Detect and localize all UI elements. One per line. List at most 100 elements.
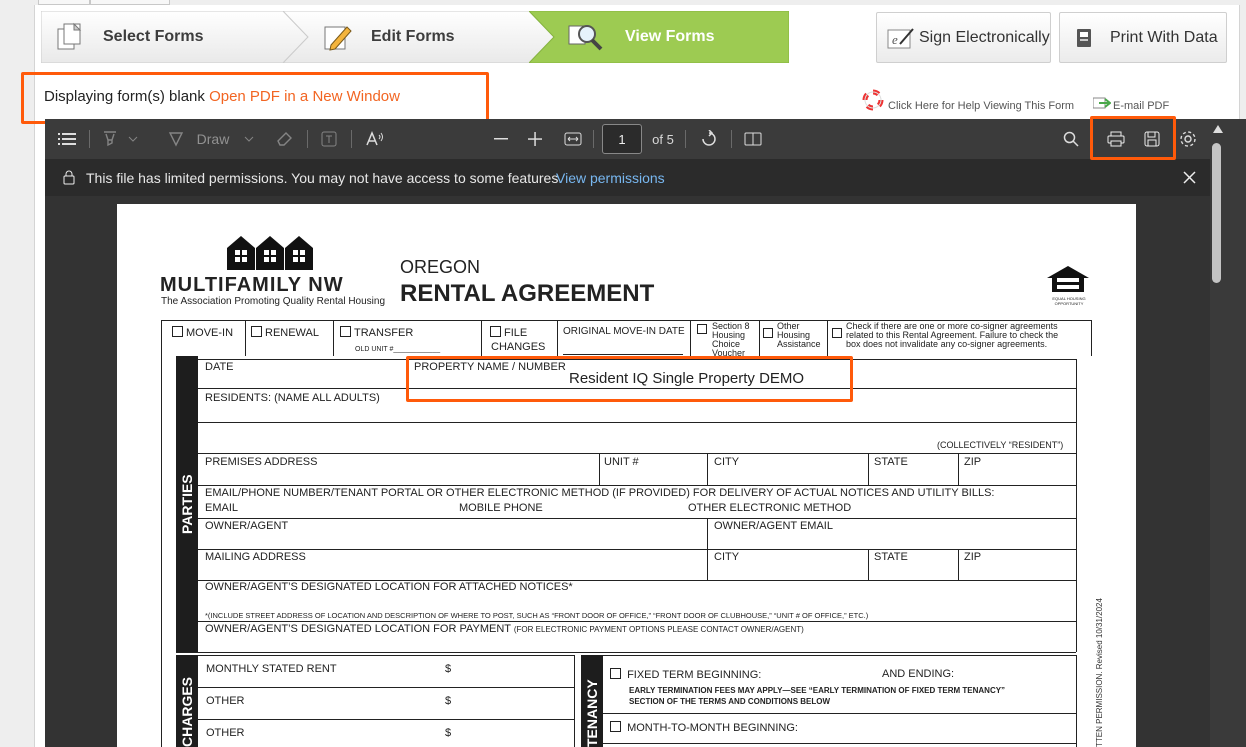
early-termination-note: EARLY TERMINATION FEES MAY APPLY—SEE “EA… [629,686,1006,695]
state-label: OREGON [400,257,481,277]
residents-label: RESIDENTS: (NAME ALL ADULTS) [205,392,380,404]
other-housing-checkbox[interactable] [763,328,776,339]
file-changes-line2: CHANGES [491,341,546,353]
read-aloud-icon[interactable] [363,119,387,159]
search-icon[interactable] [1059,119,1083,159]
mailing-state-label: STATE [874,551,908,563]
brand-name: MULTIFAMILY NW [160,274,344,296]
step-edit-forms[interactable]: Edit Forms [283,11,555,63]
forms-icon [57,22,82,50]
step-label: Select Forms [103,28,204,45]
magnifier-icon [568,25,603,51]
other-charge-label: OTHER [206,727,245,739]
draw-tool-icon[interactable] [165,119,187,159]
contents-icon[interactable] [55,119,79,159]
section8-checkbox[interactable] [697,324,710,335]
step-label: View Forms [625,28,715,45]
cosigner-label: Check if there are one or more co-signer… [846,321,1059,349]
svg-text:e: e [892,32,898,47]
dollar-sign: $ [445,663,452,675]
tenancy-sidebar: TENANCY [581,655,603,747]
premises-address-label: PREMISES ADDRESS [205,456,318,468]
other-charge-label: OTHER [206,695,245,707]
text-box-icon[interactable] [317,119,341,159]
date-label: DATE [205,361,234,373]
unit-label: UNIT # [604,456,639,468]
revised-date: TTEN PERMISSION. Revised 10/31/2024 [1095,598,1104,747]
highlight-box [1090,116,1176,160]
renewal-checkbox[interactable]: RENEWAL [251,326,319,339]
dollar-sign: $ [445,727,452,739]
email-pdf-link[interactable]: E-mail PDF [1113,100,1169,112]
owner-agent-email-label: OWNER/AGENT EMAIL [714,520,833,532]
sign-label: Sign Electronically [919,28,1050,46]
cosigner-checkbox[interactable] [832,328,845,339]
pdf-page: MULTIFAMILY NW The Association Promoting… [117,204,1136,747]
mailing-zip-label: ZIP [964,551,982,563]
print-with-data-button[interactable]: Print With Data [1059,12,1227,63]
move-in-checkbox[interactable]: MOVE-IN [172,326,233,339]
zoom-in-icon[interactable] [525,119,545,159]
transfer-checkbox[interactable]: TRANSFER [340,326,413,339]
email-phone-label: EMAIL/PHONE NUMBER/TENANT PORTAL OR OTHE… [205,487,995,499]
designated-notices-label: OWNER/AGENT’S DESIGNATED LOCATION FOR AT… [205,581,573,593]
brand-subtitle: The Association Promoting Quality Rental… [161,296,386,307]
print-label: Print With Data [1110,28,1218,46]
lock-icon [63,170,75,185]
pdf-toolbar: Draw 1 of 5 [45,119,1210,159]
draw-label[interactable]: Draw [191,119,235,159]
zoom-out-icon[interactable] [491,119,511,159]
monthly-rent-label: MONTHLY STATED RENT [206,663,337,675]
other-electronic-label: OTHER ELECTRONIC METHOD [688,502,852,514]
dollar-sign: $ [445,695,452,707]
chevron-down-icon[interactable] [127,119,139,159]
close-icon[interactable] [1183,171,1196,184]
signature-icon: e [887,27,914,48]
scrollbar-thumb[interactable] [1212,143,1221,283]
multifamily-logo-icon [227,236,313,270]
highlight-box [21,72,489,124]
email-label: EMAIL [205,502,239,514]
print-document-icon [1077,28,1091,47]
other-housing-label: Other Housing Assistance [777,321,821,349]
vertical-scrollbar[interactable] [1210,119,1246,747]
page-count: of 5 [652,131,674,147]
early-termination-note-2: SECTION OF THE TERMS AND CONDITIONS BELO… [629,697,831,706]
form-title: RENTAL AGREEMENT [400,280,655,307]
charges-sidebar: CHARGES [176,655,198,747]
section8-label: Section 8 Housing Choice Voucher [712,321,750,358]
help-link[interactable]: Click Here for Help Viewing This Form [888,100,1074,112]
email-pdf-icon [1093,97,1111,109]
fixed-term-checkbox[interactable]: FIXED TERM BEGINNING: [610,668,761,681]
parties-sidebar: PARTIES [176,356,198,652]
owner-agent-label: OWNER/AGENT [205,520,289,532]
and-ending-label: AND ENDING: [882,668,955,680]
include-note: *(INCLUDE STREET ADDRESS OF LOCATION AND… [205,611,869,620]
designated-payment-label: OWNER/AGENT’S DESIGNATED LOCATION FOR PA… [205,623,804,635]
equal-housing-icon [1047,266,1089,292]
old-unit-label: OLD UNIT #____________ [355,346,441,353]
sign-electronically-button[interactable]: e Sign Electronically [876,12,1051,63]
mailing-address-label: MAILING ADDRESS [205,551,306,563]
month-to-month-checkbox[interactable]: MONTH-TO-MONTH BEGINNING: [610,721,798,734]
zip-label: ZIP [964,456,982,468]
page-view-icon[interactable] [741,119,765,159]
lifebuoy-icon [862,89,884,111]
mailing-city-label: CITY [714,551,740,563]
rotate-icon[interactable] [697,119,721,159]
step-view-forms[interactable]: View Forms [529,11,789,63]
file-changes-checkbox[interactable]: FILE [490,326,527,339]
highlight-box [406,356,853,402]
fit-width-icon[interactable] [561,119,585,159]
eraser-icon[interactable] [273,119,295,159]
page-number-input[interactable]: 1 [602,124,642,154]
step-select-forms[interactable]: Select Forms [41,11,309,63]
pencil-icon [324,26,352,51]
highlight-tool-icon[interactable] [99,119,121,159]
permission-text: This file has limited permissions. You m… [86,170,563,186]
equal-housing-text: EQUAL HOUSING OPPORTUNITY [1052,296,1086,306]
chevron-down-icon[interactable] [243,119,255,159]
view-permissions-link[interactable]: View permissions [556,170,665,186]
settings-gear-icon[interactable] [1175,119,1201,159]
permission-bar: This file has limited permissions. You m… [45,159,1210,196]
